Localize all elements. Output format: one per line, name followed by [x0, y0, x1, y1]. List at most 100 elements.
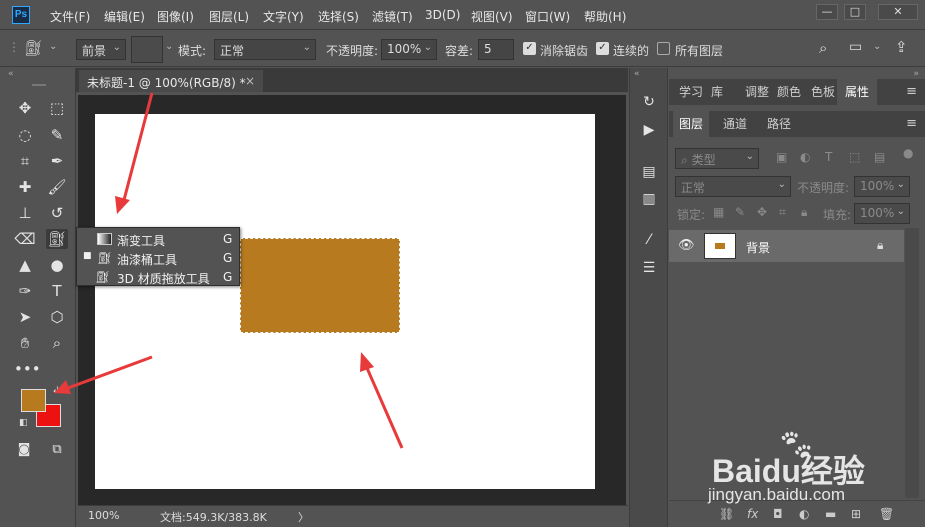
menu-edit[interactable]: 编辑(E): [104, 8, 145, 25]
more-tools-icon[interactable]: •••: [14, 359, 41, 379]
paint-bucket-tool-icon[interactable]: ⛽︎: [46, 229, 68, 249]
flyout-item-3d-material-drop[interactable]: ⛽︎ 3D 材质拖放工具 G: [77, 268, 239, 287]
collapse-icon[interactable]: »: [913, 69, 919, 79]
layers-scrollbar[interactable]: [905, 228, 919, 498]
link-layers-icon[interactable]: ⛓: [719, 507, 734, 521]
status-menu-arrow-icon[interactable]: 〉: [298, 509, 309, 525]
quick-mask-icon[interactable]: ◙: [13, 440, 35, 460]
notes-panel-icon[interactable]: ▤: [639, 162, 659, 182]
menu-select[interactable]: 选择(S): [318, 8, 359, 25]
filter-toggle-icon[interactable]: ●: [903, 146, 913, 160]
path-selection-tool-icon[interactable]: ➤: [14, 307, 36, 327]
fx-icon[interactable]: fx: [747, 507, 758, 521]
brush-settings-icon[interactable]: ⁄: [639, 230, 659, 250]
tab-color[interactable]: 颜色: [773, 79, 805, 105]
layer-row[interactable]: 👁︎ 背景 🔒︎: [669, 230, 904, 262]
zoom-tool-icon[interactable]: ⌕: [46, 333, 68, 353]
lock-position-icon[interactable]: ✥: [757, 205, 767, 219]
quick-selection-tool-icon[interactable]: ✎: [46, 125, 68, 145]
hand-tool-icon[interactable]: ✋︎: [14, 333, 36, 353]
share-icon[interactable]: ⇪: [895, 38, 908, 56]
foreground-color-swatch[interactable]: [21, 389, 46, 412]
blur-tool-icon[interactable]: ▲: [14, 255, 36, 275]
panel-menu-icon[interactable]: ≡: [906, 116, 917, 131]
screen-mode-icon[interactable]: ⧉: [46, 440, 68, 460]
eyedropper-tool-icon[interactable]: ✒: [46, 151, 68, 171]
filter-type-icon[interactable]: T: [825, 150, 832, 164]
paint-bucket-tool-preset-icon[interactable]: ⛽︎: [24, 39, 43, 57]
filter-pixel-icon[interactable]: ▣: [776, 150, 787, 164]
actions-panel-icon[interactable]: ▶: [639, 120, 659, 140]
collapse-icon[interactable]: «: [634, 69, 640, 79]
tab-properties[interactable]: 属性: [837, 79, 878, 105]
layer-fill-field[interactable]: 100% ⌄: [854, 203, 910, 224]
history-panel-icon[interactable]: ↻: [639, 92, 659, 112]
lock-all-icon[interactable]: 🔒︎: [801, 205, 807, 220]
menu-image[interactable]: 图像(I): [157, 8, 194, 25]
search-icon[interactable]: ⌕: [819, 39, 827, 57]
menu-layer[interactable]: 图层(L): [209, 8, 249, 25]
menu-window[interactable]: 窗口(W): [525, 8, 570, 25]
close-window-button[interactable]: ✕: [878, 4, 918, 20]
tab-swatches[interactable]: 色板: [807, 79, 839, 105]
menu-help[interactable]: 帮助(H): [584, 8, 626, 25]
tab-learn[interactable]: 学习: [675, 79, 707, 105]
tab-libraries[interactable]: 库: [707, 79, 727, 105]
filled-selection-rectangle[interactable]: [240, 238, 400, 333]
maximize-button[interactable]: □: [844, 4, 866, 20]
fill-source-select[interactable]: 前景 ⌄: [76, 39, 126, 60]
shape-tool-icon[interactable]: ⬡: [46, 307, 68, 327]
collapse-icon[interactable]: «: [8, 69, 14, 79]
filter-smart-object-icon[interactable]: ▤: [874, 150, 885, 164]
pen-tool-icon[interactable]: ✑: [14, 281, 36, 301]
lasso-tool-icon[interactable]: ◌: [14, 125, 36, 145]
blend-mode-select[interactable]: 正常 ⌄: [675, 176, 791, 197]
tab-layers[interactable]: 图层: [673, 111, 710, 137]
chevron-down-icon[interactable]: ⌄: [165, 41, 173, 52]
crop-tool-icon[interactable]: ⌗: [14, 151, 36, 171]
panel-menu-icon[interactable]: ≡: [906, 84, 917, 99]
layer-filter-select[interactable]: ⌕ 类型 ⌄: [675, 148, 759, 169]
flyout-item-gradient[interactable]: 渐变工具 G: [77, 230, 239, 249]
antialias-checkbox[interactable]: ✓: [523, 42, 536, 55]
add-mask-icon[interactable]: ◘: [773, 507, 783, 521]
pattern-picker[interactable]: [131, 36, 163, 63]
opacity-field[interactable]: 100% ⌄: [381, 39, 437, 60]
new-group-icon[interactable]: ▬: [825, 507, 836, 521]
menu-filter[interactable]: 滤镜(T): [372, 8, 413, 25]
default-colors-icon[interactable]: ◧: [19, 418, 28, 428]
info-panel-icon[interactable]: ▥: [639, 189, 659, 209]
tolerance-field[interactable]: 5: [478, 39, 514, 60]
contiguous-checkbox[interactable]: ✓: [596, 42, 609, 55]
close-tab-icon[interactable]: ×: [245, 74, 255, 88]
dodge-tool-icon[interactable]: ●: [46, 255, 68, 275]
lock-image-icon[interactable]: ✎: [735, 205, 745, 219]
history-brush-tool-icon[interactable]: ↺: [46, 203, 68, 223]
lock-transparent-icon[interactable]: ▦: [713, 205, 724, 219]
clone-stamp-tool-icon[interactable]: ⊥: [14, 203, 36, 223]
swap-colors-icon[interactable]: ↲: [52, 386, 60, 396]
filter-adjustment-icon[interactable]: ◐: [800, 150, 810, 164]
menu-view[interactable]: 视图(V): [471, 8, 513, 25]
adjustment-layer-icon[interactable]: ◐: [799, 507, 809, 521]
menu-3d[interactable]: 3D(D): [425, 8, 460, 22]
tab-adjustments[interactable]: 调整: [741, 79, 773, 105]
menu-type[interactable]: 文字(Y): [263, 8, 304, 25]
minimize-button[interactable]: —: [816, 4, 838, 20]
all-layers-checkbox[interactable]: [657, 42, 670, 55]
document-tab[interactable]: 未标题-1 @ 100%(RGB/8) * ×: [79, 70, 263, 92]
chevron-down-icon[interactable]: ⌄: [49, 41, 57, 52]
zoom-level[interactable]: 100%: [88, 509, 119, 522]
properties-panel-icon[interactable]: ☰: [639, 258, 659, 278]
filter-shape-icon[interactable]: ⬚: [849, 150, 860, 164]
delete-layer-icon[interactable]: 🗑︎: [879, 507, 894, 521]
move-tool-icon[interactable]: ✥: [14, 98, 36, 118]
tab-channels[interactable]: 通道: [719, 111, 751, 137]
tab-paths[interactable]: 路径: [763, 111, 795, 137]
brush-tool-icon[interactable]: 🖌︎: [46, 177, 68, 197]
eraser-tool-icon[interactable]: ⌫: [14, 229, 36, 249]
new-layer-icon[interactable]: ⊞: [851, 507, 861, 521]
mode-select[interactable]: 正常 ⌄: [214, 39, 316, 60]
layer-opacity-field[interactable]: 100% ⌄: [854, 176, 910, 197]
type-tool-icon[interactable]: T: [46, 281, 68, 301]
